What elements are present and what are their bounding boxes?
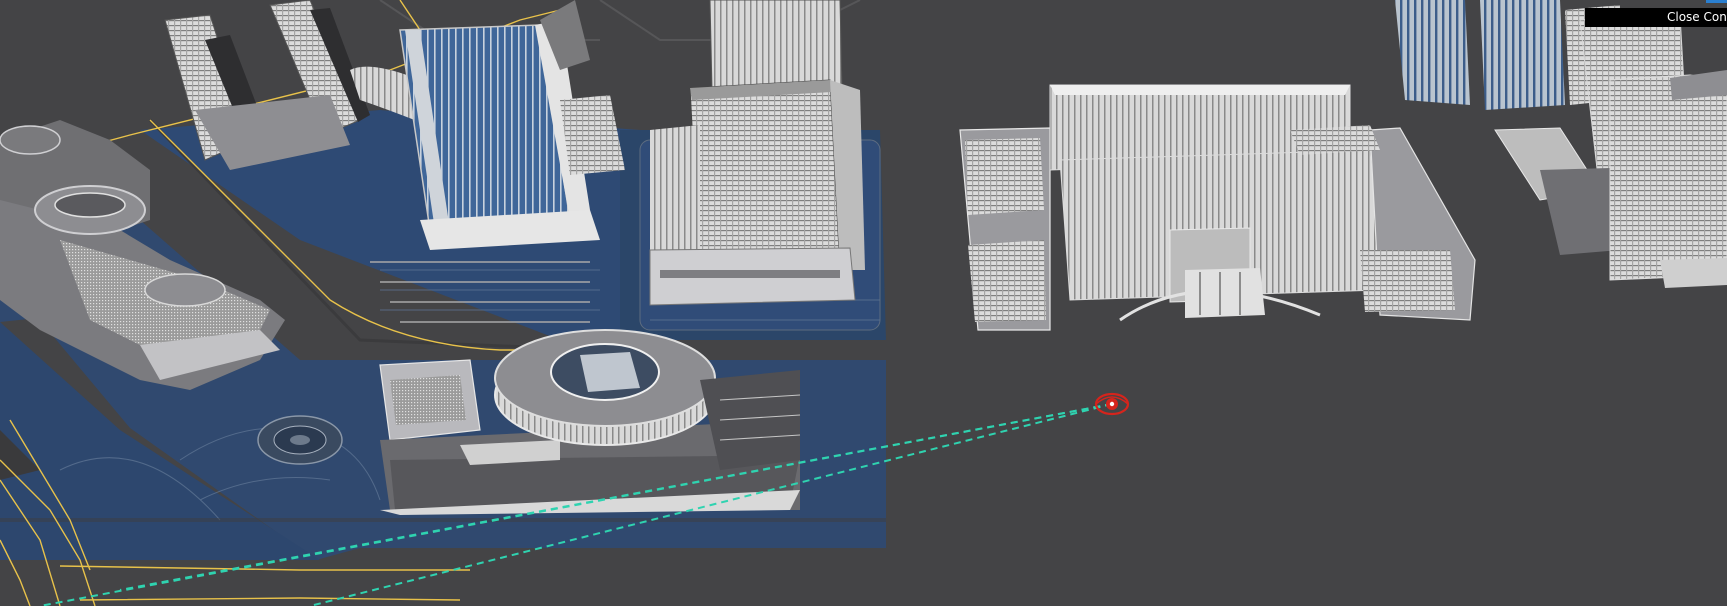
city-model-scene [0, 0, 1727, 606]
tooltip-accent-bar [1706, 0, 1727, 3]
central-hall [959, 84, 1476, 331]
center-tower [649, 0, 865, 306]
stadium-building [379, 329, 801, 515]
eye-icon[interactable] [1094, 392, 1130, 416]
3d-viewport[interactable]: Close Con [0, 0, 1727, 606]
close-tooltip[interactable]: Close Con [1585, 8, 1727, 27]
